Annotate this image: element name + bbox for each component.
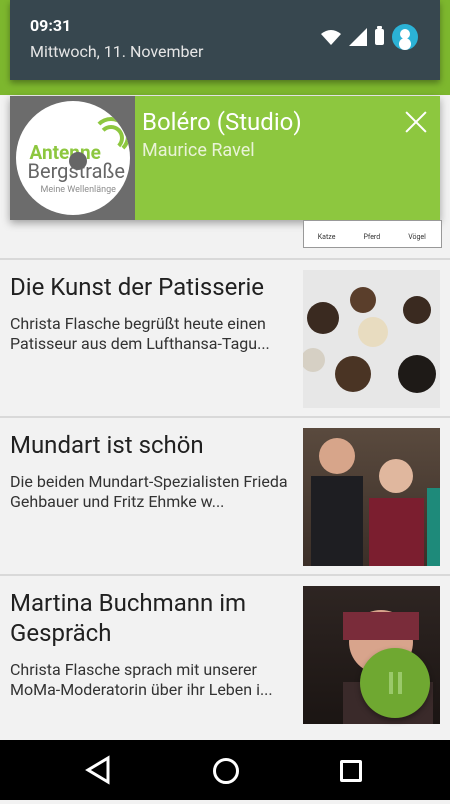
close-icon[interactable] xyxy=(402,108,430,136)
list-item[interactable]: Die Kunst der Patisserie Christa Flasche… xyxy=(0,258,450,418)
pastry-image xyxy=(301,287,436,393)
article-title: Die Kunst der Patisserie xyxy=(10,273,265,301)
logo-tagline: Meine Wellenlänge xyxy=(40,185,116,195)
date: Mittwoch, 11. November xyxy=(30,42,204,61)
battery-icon xyxy=(375,26,384,45)
wave-icon xyxy=(97,125,124,151)
article-thumbnail xyxy=(303,428,440,566)
article-title: Mundart ist schön xyxy=(10,431,204,459)
article-snippet: Christa Flasche sprach mit unserer MoMa-… xyxy=(10,660,273,699)
back-icon xyxy=(85,755,110,785)
article-title: Martina Buchmann im Gespräch xyxy=(10,589,247,647)
navigation-bar xyxy=(0,740,450,800)
thumb-label: Vögel xyxy=(408,233,426,241)
media-notification[interactable]: Antenne Bergstraße Meine Wellenlänge Bol… xyxy=(10,96,440,220)
status-shade: 09:31 Mittwoch, 11. November xyxy=(10,0,440,80)
station-logo-wrap: Antenne Bergstraße Meine Wellenlänge xyxy=(10,96,135,220)
people-image xyxy=(311,438,440,566)
track-artist: Maurice Ravel xyxy=(142,140,255,161)
article-snippet: Christa Flasche begrüßt heute einen Pati… xyxy=(10,314,270,353)
dot-icon xyxy=(68,152,87,170)
pause-icon xyxy=(398,672,402,694)
profile-icon[interactable] xyxy=(392,24,418,50)
thumb-label: Katze xyxy=(317,233,336,241)
article-thumbnail xyxy=(301,270,440,408)
signal-icon xyxy=(349,28,367,46)
home-button[interactable] xyxy=(185,740,265,800)
track-title: Boléro (Studio) xyxy=(142,108,302,136)
recents-button[interactable] xyxy=(310,740,390,800)
back-button[interactable] xyxy=(60,740,140,800)
clock: 09:31 xyxy=(30,16,72,35)
station-logo: Antenne Bergstraße Meine Wellenlänge xyxy=(15,101,130,215)
status-icons xyxy=(321,24,418,50)
list-item[interactable]: Mundart ist schön Die beiden Mundart-Spe… xyxy=(0,416,450,576)
partial-thumbnail[interactable]: Katze Pferd Vögel xyxy=(303,220,442,248)
play-pause-button[interactable] xyxy=(360,648,430,718)
wifi-icon xyxy=(321,30,341,45)
thumb-label: Pferd xyxy=(363,233,381,241)
article-snippet: Die beiden Mundart-Spezialisten Frieda G… xyxy=(10,472,288,511)
pause-icon xyxy=(389,672,393,694)
